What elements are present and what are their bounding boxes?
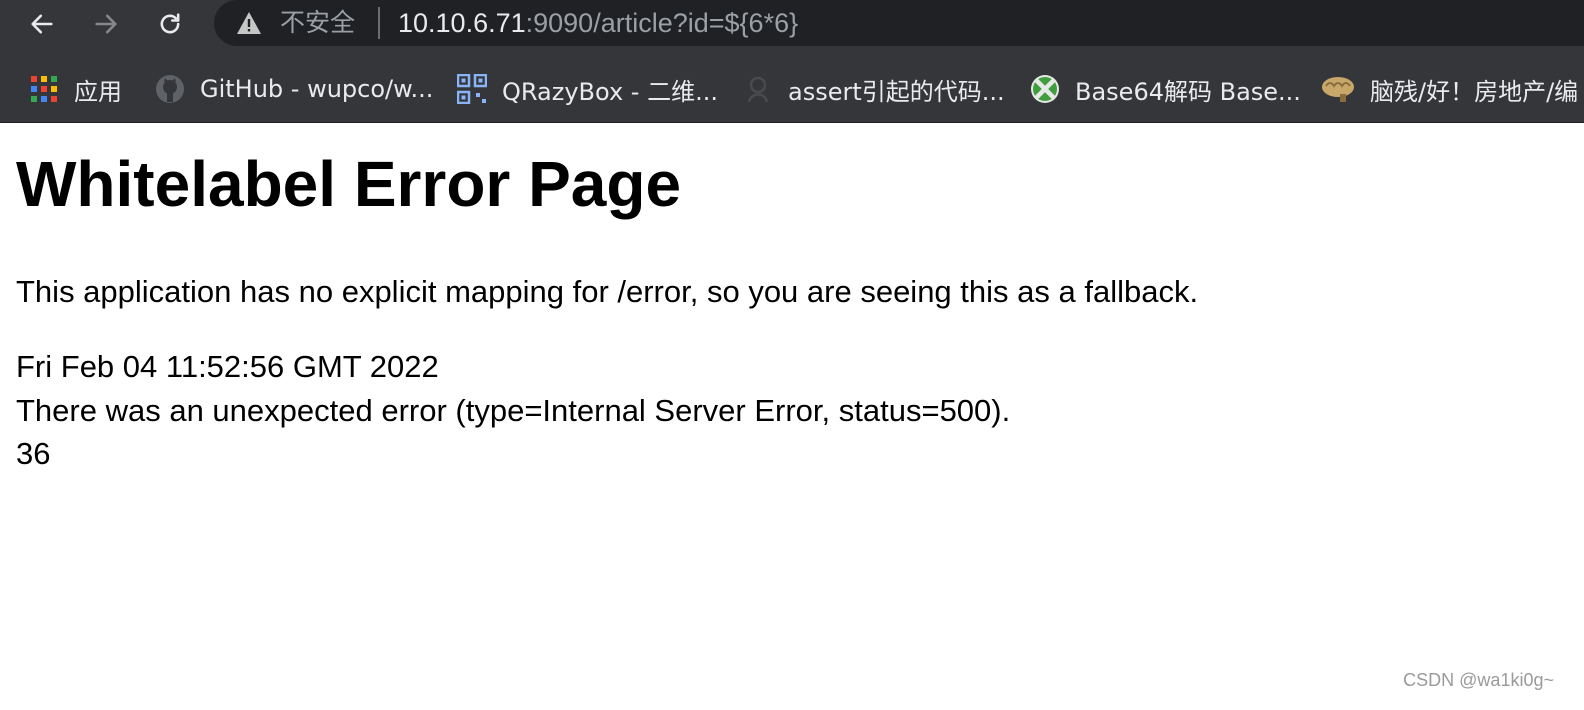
arrow-right-icon bbox=[95, 14, 117, 34]
insecure-label[interactable]: 不安全 bbox=[280, 6, 355, 40]
bookmark-brain[interactable]: 脑残/好！房地产/编 bbox=[1320, 68, 1578, 110]
qr-code-icon bbox=[456, 73, 488, 105]
url-path: :9090/article?id=${6*6} bbox=[525, 8, 799, 38]
browser-toolbar: 不安全 10.10.6.71:9090/article?id=${6*6} bbox=[0, 0, 1584, 48]
reload-icon bbox=[160, 13, 180, 34]
brain-icon bbox=[1320, 73, 1356, 105]
bookmark-label: 应用 bbox=[74, 77, 122, 106]
page-title: Whitelabel Error Page bbox=[16, 148, 682, 220]
bookmark-github[interactable]: GitHub - wupco/w... bbox=[154, 68, 433, 110]
error-details: There was an unexpected error (type=Inte… bbox=[16, 393, 1011, 428]
warning-icon[interactable] bbox=[234, 10, 264, 36]
expression-result: 36 bbox=[16, 436, 51, 471]
url-host: 10.10.6.71 bbox=[398, 8, 526, 38]
address-bar[interactable]: 不安全 10.10.6.71:9090/article?id=${6*6} bbox=[214, 0, 1584, 46]
url-text[interactable]: 10.10.6.71:9090/article?id=${6*6} bbox=[398, 5, 798, 41]
bookmark-favicon bbox=[742, 73, 774, 105]
bookmark-label: 脑残/好！房地产/编 bbox=[1370, 77, 1579, 106]
bookmark-label: assert引起的代码... bbox=[788, 77, 1005, 106]
bookmark-label: QRazyBox - 二维... bbox=[502, 77, 718, 106]
bookmark-qrazybox[interactable]: QRazyBox - 二维... bbox=[456, 68, 718, 110]
bookmark-apps[interactable]: 应用 bbox=[28, 68, 122, 110]
bookmark-assert[interactable]: assert引起的代码... bbox=[742, 68, 1005, 110]
bookmarks-bar: 应用 GitHub - wupco/w... QRazyBox - 二维... … bbox=[0, 62, 1584, 116]
github-icon bbox=[154, 73, 186, 105]
error-timestamp: Fri Feb 04 11:52:56 GMT 2022 bbox=[16, 349, 439, 384]
omnibox-divider bbox=[378, 7, 380, 39]
reload-button[interactable] bbox=[152, 6, 188, 42]
watermark: CSDN @wa1ki0g~ bbox=[1403, 670, 1554, 690]
apps-grid-icon bbox=[28, 73, 60, 105]
forward-button[interactable] bbox=[88, 6, 124, 42]
arrow-left-icon bbox=[31, 14, 53, 34]
bookmark-base64[interactable]: Base64解码 Base... bbox=[1029, 68, 1301, 110]
xbox-icon bbox=[1029, 73, 1061, 105]
error-message: This application has no explicit mapping… bbox=[16, 274, 1199, 309]
browser-chrome: 不安全 10.10.6.71:9090/article?id=${6*6} 应用… bbox=[0, 0, 1584, 123]
bookmark-label: GitHub - wupco/w... bbox=[200, 75, 434, 103]
back-button[interactable] bbox=[24, 6, 60, 42]
bookmark-label: Base64解码 Base... bbox=[1075, 77, 1301, 106]
